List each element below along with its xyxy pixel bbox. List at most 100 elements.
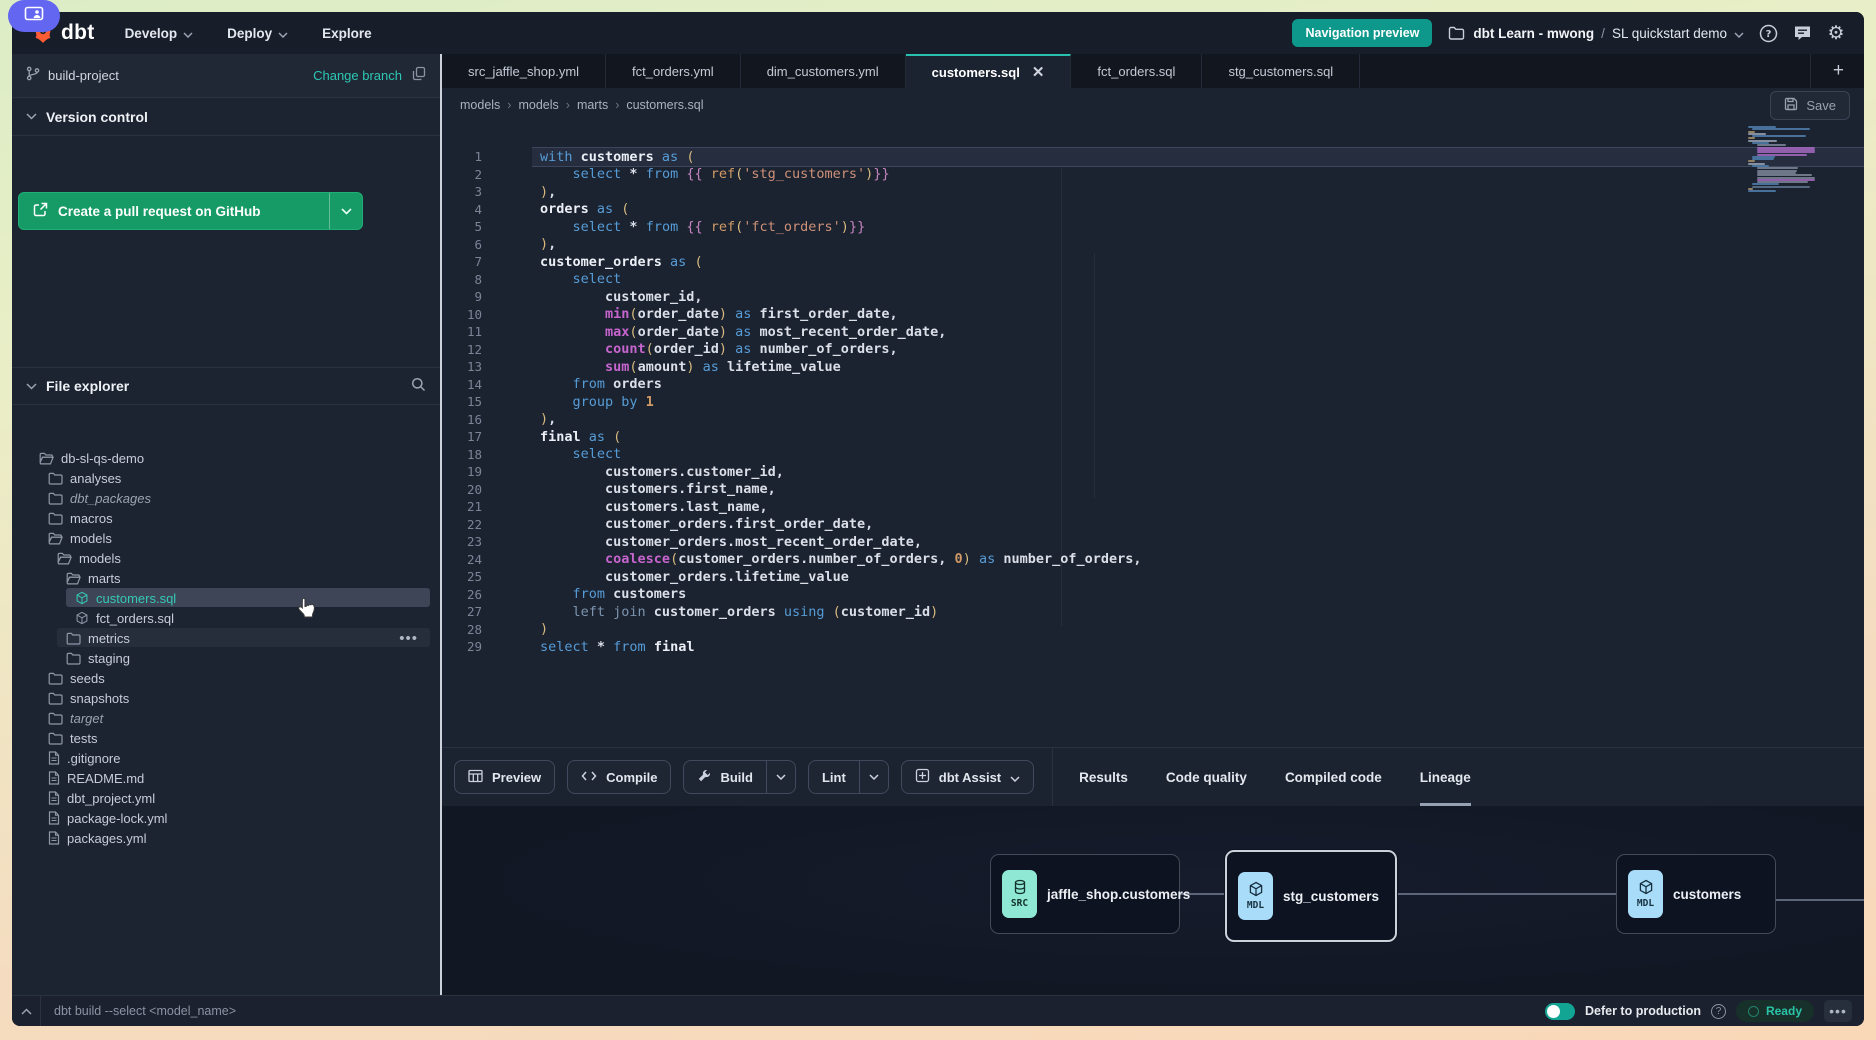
tree-item-snapshots[interactable]: snapshots	[12, 688, 440, 708]
code-line-2[interactable]: 2 select * from {{ ref('stg_customers')}…	[442, 166, 1864, 184]
code-line-9[interactable]: 9 customer_id,	[442, 288, 1864, 306]
panel-tab-lineage[interactable]: Lineage	[1420, 748, 1471, 806]
copy-icon[interactable]	[412, 66, 426, 86]
code-editor[interactable]: 1with customers as (2 select * from {{ r…	[442, 122, 1864, 747]
code-line-5[interactable]: 5 select * from {{ ref('fct_orders')}}	[442, 218, 1864, 236]
editor-tab-stg_customers.sql[interactable]: stg_customers.sql	[1202, 54, 1360, 88]
breadcrumb-segment[interactable]: models	[518, 98, 558, 112]
code-line-28[interactable]: 28)	[442, 621, 1864, 639]
navigation-preview-button[interactable]: Navigation preview	[1292, 19, 1432, 47]
close-icon[interactable]: ✕	[1032, 63, 1045, 81]
code-line-15[interactable]: 15 group by 1	[442, 393, 1864, 411]
tree-item-target[interactable]: target	[12, 708, 440, 728]
code-line-4[interactable]: 4orders as (	[442, 201, 1864, 219]
code-line-20[interactable]: 20 customers.first_name,	[442, 481, 1864, 499]
editor-tab-dim_customers.yml[interactable]: dim_customers.yml	[741, 54, 906, 88]
menu-explore[interactable]: Explore	[322, 26, 372, 41]
change-branch-link[interactable]: Change branch	[313, 68, 402, 83]
tree-item-macros[interactable]: macros	[12, 508, 440, 528]
tree-item-README.md[interactable]: README.md	[12, 768, 440, 788]
version-control-header[interactable]: Version control	[12, 98, 440, 136]
tree-item-analyses[interactable]: analyses	[12, 468, 440, 488]
menu-deploy[interactable]: Deploy	[227, 26, 288, 41]
preview-button[interactable]: Preview	[454, 760, 555, 794]
code-line-18[interactable]: 18 select	[442, 446, 1864, 464]
sidebar-resize-handle[interactable]	[440, 54, 442, 995]
code-line-16[interactable]: 16),	[442, 411, 1864, 429]
lineage-canvas[interactable]: SRCjaffle_shop.customers MDLstg_customers…	[442, 806, 1864, 995]
code-line-27[interactable]: 27 left join customer_orders using (cust…	[442, 603, 1864, 621]
item-menu-icon[interactable]: •••	[399, 630, 418, 647]
code-line-22[interactable]: 22 customer_orders.first_order_date,	[442, 516, 1864, 534]
panel-tab-compiled-code[interactable]: Compiled code	[1285, 748, 1382, 806]
editor-tab-customers.sql[interactable]: customers.sql✕	[906, 54, 1072, 88]
tree-item-seeds[interactable]: seeds	[12, 668, 440, 688]
code-line-6[interactable]: 6),	[442, 236, 1864, 254]
settings-icon[interactable]: ⚙	[1826, 23, 1846, 43]
code-line-8[interactable]: 8 select	[442, 271, 1864, 289]
code-line-17[interactable]: 17final as (	[442, 428, 1864, 446]
code-line-24[interactable]: 24 coalesce(customer_orders.number_of_or…	[442, 551, 1864, 569]
split-dropdown[interactable]	[859, 761, 888, 793]
search-icon[interactable]	[411, 377, 426, 395]
tree-item-dbt_packages[interactable]: dbt_packages	[12, 488, 440, 508]
code-line-26[interactable]: 26 from customers	[442, 586, 1864, 604]
lint-button[interactable]: Lint	[808, 760, 889, 794]
compile-button[interactable]: Compile	[567, 760, 671, 794]
feedback-icon[interactable]	[1792, 23, 1812, 43]
tree-item-packages.yml[interactable]: packages.yml	[12, 828, 440, 848]
editor-tab-fct_orders.yml[interactable]: fct_orders.yml	[606, 54, 741, 88]
tree-item-models[interactable]: models	[12, 548, 440, 568]
code-line-13[interactable]: 13 sum(amount) as lifetime_value	[442, 358, 1864, 376]
tree-item-staging[interactable]: staging	[12, 648, 440, 668]
tree-item-dbt_project.yml[interactable]: dbt_project.yml	[12, 788, 440, 808]
ready-status-badge[interactable]: Ready	[1736, 1000, 1814, 1022]
help-icon[interactable]: ?	[1758, 23, 1778, 43]
code-line-29[interactable]: 29select * from final	[442, 638, 1864, 656]
code-line-25[interactable]: 25 customer_orders.lifetime_value	[442, 568, 1864, 586]
editor-tab-src_jaffle_shop.yml[interactable]: src_jaffle_shop.yml	[442, 54, 606, 88]
build-button[interactable]: Build	[683, 760, 796, 794]
code-line-23[interactable]: 23 customer_orders.most_recent_order_dat…	[442, 533, 1864, 551]
save-button[interactable]: Save	[1770, 91, 1850, 120]
code-line-21[interactable]: 21 customers.last_name,	[442, 498, 1864, 516]
tree-item-tests[interactable]: tests	[12, 728, 440, 748]
expand-command-bar-button[interactable]	[12, 996, 41, 1026]
code-line-19[interactable]: 19 customers.customer_id,	[442, 463, 1864, 481]
create-pr-main[interactable]: Create a pull request on GitHub	[19, 193, 329, 229]
code-line-11[interactable]: 11 max(order_date) as most_recent_order_…	[442, 323, 1864, 341]
editor-tab-fct_orders.sql[interactable]: fct_orders.sql	[1071, 54, 1202, 88]
tree-item-db-sl-qs-demo[interactable]: db-sl-qs-demo	[12, 448, 440, 468]
create-pr-button[interactable]: Create a pull request on GitHub	[18, 192, 363, 230]
breadcrumb-segment[interactable]: marts	[577, 98, 608, 112]
tree-item-package-lock.yml[interactable]: package-lock.yml	[12, 808, 440, 828]
breadcrumb-segment[interactable]: models	[460, 98, 500, 112]
code-line-14[interactable]: 14 from orders	[442, 376, 1864, 394]
dbt-assist-button[interactable]: dbt Assist	[901, 760, 1034, 794]
tree-item-metrics[interactable]: metrics•••	[12, 628, 440, 648]
tree-item-fct_orders.sql[interactable]: fct_orders.sql	[12, 608, 440, 628]
command-input[interactable]: dbt build --select <model_name>	[54, 1004, 1545, 1018]
lineage-node-jaffle_shop.customers[interactable]: SRCjaffle_shop.customers	[990, 854, 1180, 934]
minimap[interactable]	[1748, 126, 1810, 193]
account-breadcrumb[interactable]: dbt Learn - mwong / SL quickstart demo	[1446, 23, 1744, 43]
tree-item-.gitignore[interactable]: .gitignore	[12, 748, 440, 768]
lineage-node-customers[interactable]: MDLcustomers	[1616, 854, 1776, 934]
code-line-1[interactable]: 1with customers as (	[442, 148, 1864, 166]
panel-tab-code-quality[interactable]: Code quality	[1166, 748, 1247, 806]
lineage-node-stg_customers[interactable]: MDLstg_customers	[1225, 850, 1397, 942]
tree-item-models[interactable]: models	[12, 528, 440, 548]
split-dropdown[interactable]	[766, 761, 795, 793]
code-line-10[interactable]: 10 min(order_date) as first_order_date,	[442, 306, 1864, 324]
create-pr-dropdown[interactable]	[329, 193, 362, 229]
code-line-7[interactable]: 7customer_orders as (	[442, 253, 1864, 271]
new-tab-button[interactable]: +	[1810, 54, 1844, 88]
code-line-12[interactable]: 12 count(order_id) as number_of_orders,	[442, 341, 1864, 359]
more-options-button[interactable]: •••	[1824, 1000, 1852, 1022]
code-line-3[interactable]: 3),	[442, 183, 1864, 201]
tree-item-customers.sql[interactable]: customers.sql	[12, 588, 440, 608]
menu-develop[interactable]: Develop	[125, 26, 194, 41]
panel-tab-results[interactable]: Results	[1079, 748, 1128, 806]
file-explorer-header[interactable]: File explorer	[12, 367, 440, 405]
defer-help-icon[interactable]: ?	[1711, 1004, 1726, 1019]
